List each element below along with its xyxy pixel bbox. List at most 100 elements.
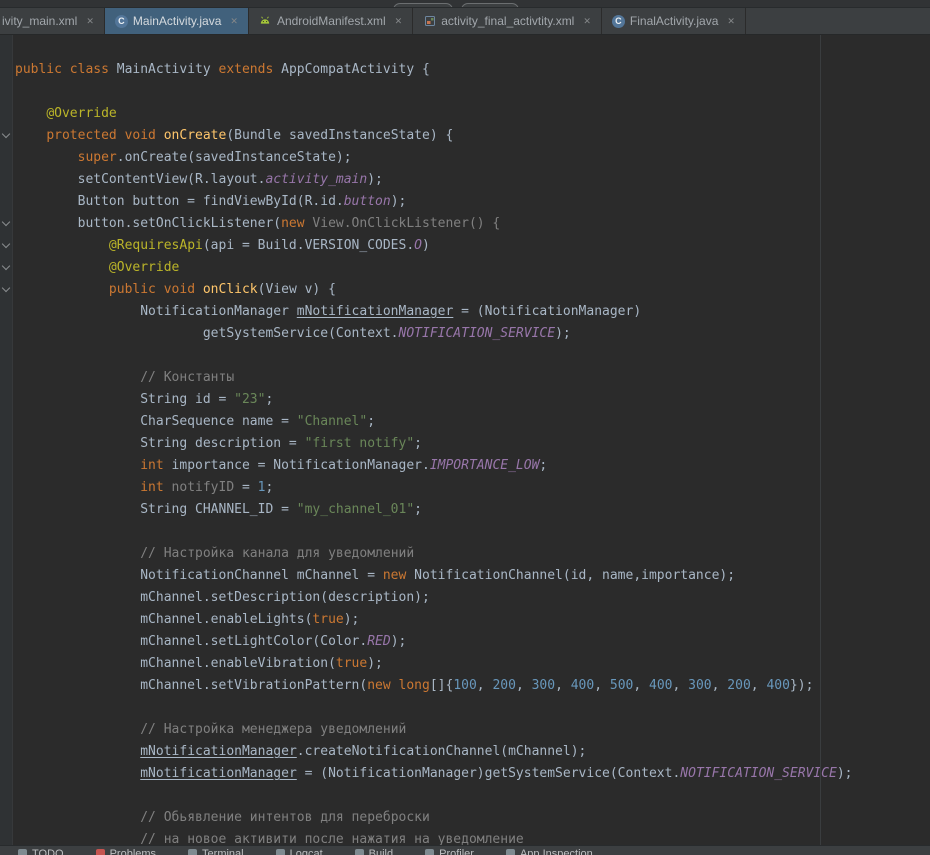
- tool-window-button[interactable]: Problems: [96, 848, 156, 855]
- toolbar-widget[interactable]: [461, 3, 519, 8]
- code-line[interactable]: NotificationManager mNotificationManager…: [15, 301, 853, 323]
- editor-tab[interactable]: CMainActivity.java✕: [105, 8, 249, 34]
- code-token: String id =: [15, 392, 234, 407]
- code-line[interactable]: mChannel.setVibrationPattern(new long[]{…: [15, 675, 853, 697]
- tool-window-button[interactable]: Terminal: [188, 848, 244, 855]
- code-line[interactable]: // Настройка менеджера уведомлений: [15, 719, 853, 741]
- code-token: @Override: [46, 106, 116, 121]
- code-token: ,: [712, 678, 728, 693]
- code-line[interactable]: NotificationChannel mChannel = new Notif…: [15, 565, 853, 587]
- code-token: AppCompatActivity {: [281, 62, 430, 77]
- main-toolbar-clipped: [0, 0, 930, 8]
- code-token: ;: [414, 502, 422, 517]
- code-line[interactable]: [15, 81, 853, 103]
- code-token: ,: [673, 678, 689, 693]
- code-token: ,: [633, 678, 649, 693]
- code-token: ,: [751, 678, 767, 693]
- tool-window-button[interactable]: TODO: [18, 848, 64, 855]
- code-line[interactable]: getSystemService(Context.NOTIFICATION_SE…: [15, 323, 853, 345]
- code-token: ,: [516, 678, 532, 693]
- code-line[interactable]: int notifyID = 1;: [15, 477, 853, 499]
- code-line[interactable]: public void onClick(View v) {: [15, 279, 853, 301]
- tool-window-button[interactable]: Logcat: [276, 848, 323, 855]
- code-line[interactable]: mChannel.setDescription(description);: [15, 587, 853, 609]
- editor-tab-bar: ivity_main.xml✕CMainActivity.java✕Androi…: [0, 8, 930, 35]
- close-tab-icon[interactable]: ✕: [395, 15, 403, 27]
- code-line[interactable]: mNotificationManager.createNotificationC…: [15, 741, 853, 763]
- code-line[interactable]: String CHANNEL_ID = "my_channel_01";: [15, 499, 853, 521]
- code-line[interactable]: [15, 345, 853, 367]
- code-token: (api = Build.VERSION_CODES.: [203, 238, 414, 253]
- tool-window-label: Build: [369, 848, 393, 855]
- code-line[interactable]: mChannel.enableLights(true);: [15, 609, 853, 631]
- editor-tab[interactable]: ivity_main.xml✕: [0, 8, 105, 34]
- close-tab-icon[interactable]: ✕: [86, 15, 94, 27]
- tool-window-button[interactable]: Build: [355, 848, 393, 855]
- code-token: View.OnClickListener() {: [312, 216, 500, 231]
- code-line[interactable]: // Константы: [15, 367, 853, 389]
- code-token: String description =: [15, 436, 305, 451]
- code-line[interactable]: Button button = findViewById(R.id.button…: [15, 191, 853, 213]
- editor-tab[interactable]: CFinalActivity.java✕: [602, 8, 746, 34]
- fold-arrow-icon[interactable]: [2, 284, 10, 292]
- code-line[interactable]: // Настройка канала для уведомлений: [15, 543, 853, 565]
- tool-window-button[interactable]: App Inspection: [506, 848, 593, 855]
- build-icon: [355, 849, 364, 855]
- code-line[interactable]: CharSequence name = "Channel";: [15, 411, 853, 433]
- code-line[interactable]: mChannel.enableVibration(true);: [15, 653, 853, 675]
- code-line[interactable]: button.setOnClickListener(new View.OnCli…: [15, 213, 853, 235]
- editor-tab[interactable]: activity_final_activtity.xml✕: [413, 8, 602, 34]
- code-line[interactable]: @Override: [15, 103, 853, 125]
- code-line[interactable]: @RequiresApi(api = Build.VERSION_CODES.O…: [15, 235, 853, 257]
- code-token: mChannel.setLightColor(Color.: [15, 634, 367, 649]
- editor-gutter: [0, 35, 13, 845]
- close-tab-icon[interactable]: ✕: [727, 15, 735, 27]
- close-tab-icon[interactable]: ✕: [583, 15, 591, 27]
- code-lines[interactable]: public class MainActivity extends AppCom…: [13, 35, 853, 845]
- android-file-icon: [259, 15, 272, 28]
- code-token: [15, 458, 140, 473]
- tool-window-button[interactable]: Profiler: [425, 848, 474, 855]
- code-line[interactable]: @Override: [15, 257, 853, 279]
- code-line[interactable]: super.onCreate(savedInstanceState);: [15, 147, 853, 169]
- editor-tab[interactable]: AndroidManifest.xml✕: [249, 8, 413, 34]
- code-line[interactable]: // Обьявление интентов для переброски: [15, 807, 853, 829]
- code-line[interactable]: protected void onCreate(Bundle savedInst…: [15, 125, 853, 147]
- close-tab-icon[interactable]: ✕: [230, 15, 238, 27]
- code-token: ;: [367, 414, 375, 429]
- code-token: super: [78, 150, 117, 165]
- fold-arrow-icon[interactable]: [2, 240, 10, 248]
- fold-arrow-icon[interactable]: [2, 262, 10, 270]
- code-line[interactable]: [15, 521, 853, 543]
- code-token: (View v) {: [258, 282, 336, 297]
- code-line[interactable]: String description = "first notify";: [15, 433, 853, 455]
- code-token: [15, 128, 46, 143]
- code-editor[interactable]: public class MainActivity extends AppCom…: [0, 35, 930, 845]
- fold-arrow-icon[interactable]: [2, 130, 10, 138]
- code-line[interactable]: [15, 785, 853, 807]
- code-token: int: [140, 458, 171, 473]
- toolbar-widget[interactable]: [393, 3, 453, 8]
- code-token: IMPORTANCE_LOW: [430, 458, 540, 473]
- code-token: ,: [594, 678, 610, 693]
- code-token: @RequiresApi: [109, 238, 203, 253]
- layout-file-icon: [423, 15, 436, 28]
- fold-arrow-icon[interactable]: [2, 218, 10, 226]
- code-line[interactable]: mNotificationManager = (NotificationMana…: [15, 763, 853, 785]
- code-token: onCreate: [164, 128, 227, 143]
- app-inspection-icon: [506, 849, 515, 855]
- code-line[interactable]: [15, 697, 853, 719]
- code-line[interactable]: int importance = NotificationManager.IMP…: [15, 455, 853, 477]
- code-line[interactable]: setContentView(R.layout.activity_main);: [15, 169, 853, 191]
- code-token: RED: [367, 634, 390, 649]
- code-line[interactable]: // на новое активити после нажатия на ув…: [15, 829, 853, 845]
- terminal-icon: [188, 849, 197, 855]
- code-token: extends: [219, 62, 282, 77]
- code-line[interactable]: mChannel.setLightColor(Color.RED);: [15, 631, 853, 653]
- code-token: );: [367, 656, 383, 671]
- code-line[interactable]: String id = "23";: [15, 389, 853, 411]
- code-token: [15, 106, 46, 121]
- code-token: =: [234, 480, 257, 495]
- code-token: );: [367, 172, 383, 187]
- code-line[interactable]: public class MainActivity extends AppCom…: [15, 59, 853, 81]
